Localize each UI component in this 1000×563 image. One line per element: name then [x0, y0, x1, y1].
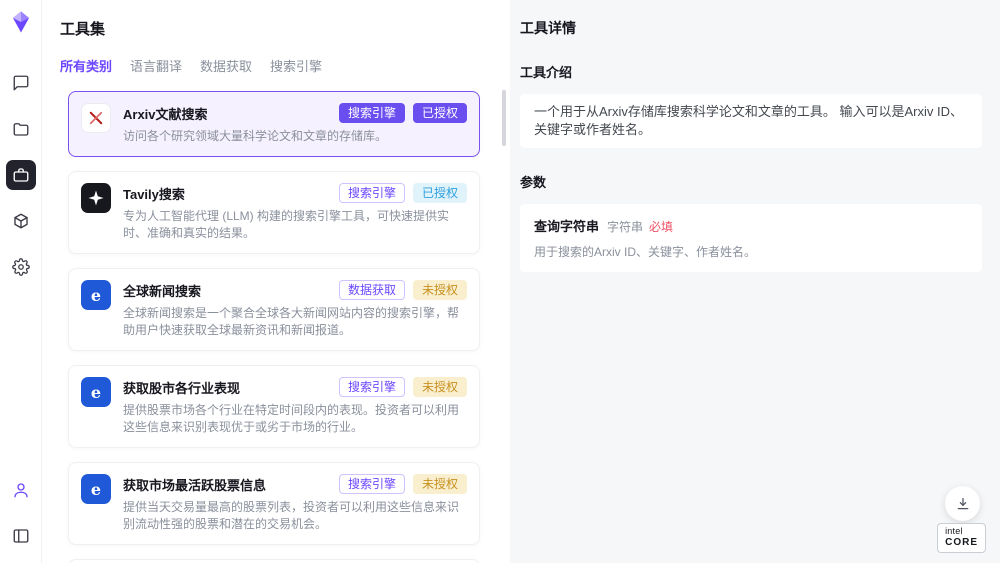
tool-icon: e	[81, 377, 111, 407]
tool-icon	[81, 103, 111, 133]
tool-description: 提供当天交易量最高的股票列表，投资者可以利用这些信息来识别流动性强的股票和潜在的…	[123, 499, 467, 533]
download-button[interactable]	[945, 486, 980, 521]
intel-core-badge: intel CORE	[937, 523, 986, 553]
tool-card[interactable]: Tavily搜索 搜索引擎 已授权 专为人工智能代理 (LLM) 构建的搜索引擎…	[68, 171, 480, 254]
params-section-title: 参数	[520, 172, 982, 191]
tool-icon: e	[81, 474, 111, 504]
category-tab[interactable]: 数据获取	[200, 56, 252, 75]
tool-name: 全球新闻搜索	[123, 281, 331, 300]
param-card: 查询字符串 字符串 必填 用于搜索的Arxiv ID、关键字、作者姓名。	[520, 204, 982, 272]
tool-card[interactable]: Arxiv文献搜索 搜索引擎 已授权 访问各个研究领域大量科学论文和文章的存储库…	[68, 91, 480, 157]
tool-body: 获取股市各行业表现 搜索引擎 未授权 提供股票市场各个行业在特定时间段内的表现。…	[123, 377, 467, 436]
detail-title: 工具详情	[520, 18, 982, 38]
icon-rail	[0, 0, 42, 563]
intro-section-title: 工具介绍	[520, 62, 982, 81]
chat-icon[interactable]	[6, 68, 36, 98]
tool-auth-badge: 未授权	[413, 474, 467, 494]
tool-auth-badge: 未授权	[413, 280, 467, 300]
category-tab[interactable]: 搜索引擎	[270, 56, 322, 75]
tool-body: 获取市场最活跃股票信息 搜索引擎 未授权 提供当天交易量最高的股票列表，投资者可…	[123, 474, 467, 533]
settings-gear-icon[interactable]	[6, 252, 36, 282]
tool-description: 全球新闻搜索是一个聚合全球各大新闻网站内容的搜索引擎，帮助用户快速获取全球最新资…	[123, 305, 467, 339]
tool-card[interactable]: e 获取股市各行业表现 搜索引擎 未授权 提供股票市场各个行业在特定时间段内的表…	[68, 365, 480, 448]
tool-card[interactable]: e 全球新闻搜索 数据获取 未授权 全球新闻搜索是一个聚合全球各大新闻网站内容的…	[68, 268, 480, 351]
tool-auth-badge: 未授权	[413, 377, 467, 397]
tool-auth-badge: 已授权	[413, 183, 467, 203]
tool-body: Arxiv文献搜索 搜索引擎 已授权 访问各个研究领域大量科学论文和文章的存储库…	[123, 103, 467, 145]
app-logo-icon	[9, 10, 33, 34]
tool-list: Arxiv文献搜索 搜索引擎 已授权 访问各个研究领域大量科学论文和文章的存储库…	[42, 89, 510, 563]
tool-category-badge: 数据获取	[339, 280, 405, 300]
briefcase-icon[interactable]	[6, 160, 36, 190]
param-list: 查询字符串 字符串 必填 用于搜索的Arxiv ID、关键字、作者姓名。	[520, 204, 982, 272]
tool-name: 获取市场最活跃股票信息	[123, 475, 331, 494]
tool-icon	[81, 183, 111, 213]
tool-body: 全球新闻搜索 数据获取 未授权 全球新闻搜索是一个聚合全球各大新闻网站内容的搜索…	[123, 280, 467, 339]
tool-body: Tavily搜索 搜索引擎 已授权 专为人工智能代理 (LLM) 构建的搜索引擎…	[123, 183, 467, 242]
category-tabs: 所有类别 语言翻译 数据获取 搜索引擎	[60, 56, 492, 75]
app-window: 工具集 所有类别 语言翻译 数据获取 搜索引擎 Arxiv文献搜索 搜索引擎 已…	[0, 0, 1000, 563]
category-tab[interactable]: 所有类别	[60, 56, 112, 75]
param-type: 字符串	[607, 218, 643, 235]
page-title: 工具集	[60, 18, 492, 39]
user-icon[interactable]	[6, 475, 36, 505]
tool-list-header: 工具集 所有类别 语言翻译 数据获取 搜索引擎	[42, 0, 510, 75]
tool-category-badge: 搜索引擎	[339, 183, 405, 203]
intel-core-text: CORE	[945, 537, 978, 548]
param-required-flag: 必填	[649, 218, 673, 235]
tool-card[interactable]: e 获取市场最活跃股票信息 搜索引擎 未授权 提供当天交易量最高的股票列表，投资…	[68, 462, 480, 545]
tool-description: 专为人工智能代理 (LLM) 构建的搜索引擎工具，可快速提供实时、准确和真实的结…	[123, 208, 467, 242]
tool-name: Arxiv文献搜索	[123, 104, 331, 123]
tool-category-badge: 搜索引擎	[339, 377, 405, 397]
intel-brand-text: intel	[945, 527, 978, 537]
intro-card: 一个用于从Arxiv存储库搜索科学论文和文章的工具。 输入可以是Arxiv ID…	[520, 94, 982, 148]
panel-toggle-icon[interactable]	[6, 521, 36, 551]
tool-category-badge: 搜索引擎	[339, 474, 405, 494]
tool-description: 访问各个研究领域大量科学论文和文章的存储库。	[123, 128, 467, 145]
param-description: 用于搜索的Arxiv ID、关键字、作者姓名。	[534, 243, 968, 260]
download-icon	[955, 496, 971, 512]
tool-detail-panel: 工具详情 工具介绍 一个用于从Arxiv存储库搜索科学论文和文章的工具。 输入可…	[510, 0, 1000, 563]
tool-name: 获取股市各行业表现	[123, 378, 331, 397]
tool-card[interactable]: 万维地区新闻查询 搜索引擎 未授权 查询具体行政区划内的新闻，快速了解各地新闻动	[68, 559, 480, 563]
scrollbar-thumb[interactable]	[502, 90, 506, 146]
tool-icon: e	[81, 280, 111, 310]
folder-icon[interactable]	[6, 114, 36, 144]
tool-list-panel: 工具集 所有类别 语言翻译 数据获取 搜索引擎 Arxiv文献搜索 搜索引擎 已…	[42, 0, 510, 563]
param-name: 查询字符串	[534, 216, 599, 235]
tool-name: Tavily搜索	[123, 184, 331, 203]
tool-auth-badge: 已授权	[413, 103, 467, 123]
tool-description: 提供股票市场各个行业在特定时间段内的表现。投资者可以利用这些信息来识别表现优于或…	[123, 402, 467, 436]
package-icon[interactable]	[6, 206, 36, 236]
tool-category-badge: 搜索引擎	[339, 103, 405, 123]
category-tab[interactable]: 语言翻译	[130, 56, 182, 75]
